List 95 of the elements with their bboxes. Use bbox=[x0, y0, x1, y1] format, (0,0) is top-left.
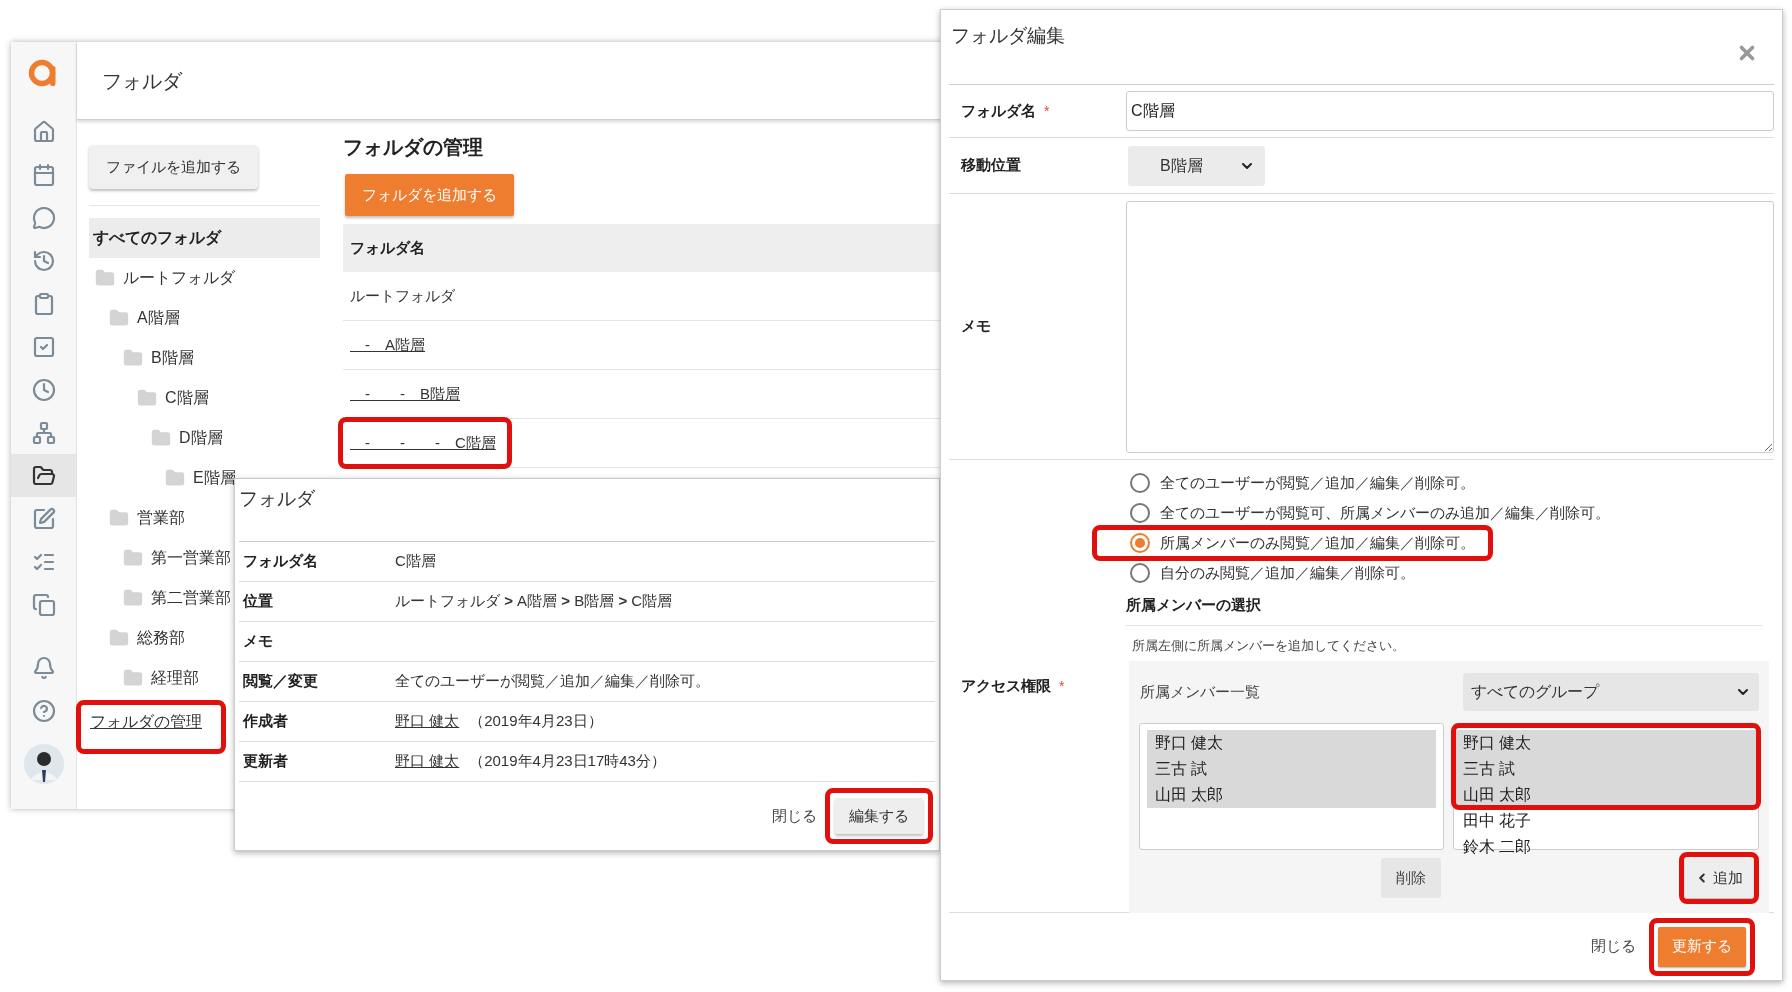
help-text: 所属左側に所属メンバーを追加してください。 bbox=[1132, 636, 1406, 655]
clock-icon bbox=[31, 377, 56, 402]
help-icon bbox=[31, 698, 56, 723]
nav-button[interactable] bbox=[11, 454, 76, 497]
folder-management-link[interactable]: フォルダの管理 bbox=[90, 713, 202, 730]
field-label: 閲覧／変更 bbox=[242, 671, 319, 692]
group-select[interactable]: すべてのグループ bbox=[1463, 673, 1759, 711]
folder-name-field[interactable]: C階層 bbox=[1126, 91, 1774, 131]
radio-label: 所属メンバーのみ閲覧／追加／編集／削除可。 bbox=[1160, 532, 1475, 553]
add-button[interactable]: 追加 bbox=[1685, 858, 1753, 898]
folder-icon bbox=[151, 428, 171, 448]
avatar[interactable] bbox=[23, 744, 64, 784]
bell-icon bbox=[31, 655, 56, 680]
folder-icon bbox=[31, 463, 56, 488]
required-mark: * bbox=[1044, 101, 1050, 121]
tree-header[interactable]: すべてのフォルダ bbox=[89, 218, 320, 258]
member-option[interactable]: 田中 花子 bbox=[1455, 808, 1757, 834]
edit-icon bbox=[31, 506, 56, 531]
radio-button[interactable] bbox=[1130, 533, 1150, 553]
tree-item[interactable]: 営業部 bbox=[137, 506, 185, 530]
folder-icon bbox=[95, 268, 115, 288]
radio-label: 全てのユーザーが閲覧可、所属メンバーのみ追加／編集／削除可。 bbox=[1160, 502, 1610, 523]
radio-label: 自分のみ閲覧／追加／編集／削除可。 bbox=[1160, 562, 1415, 583]
field-label: メモ bbox=[242, 631, 274, 652]
field-value: ルートフォルダ > A階層 > B階層 > C階層 bbox=[395, 591, 673, 612]
radio-button[interactable] bbox=[1130, 473, 1150, 493]
chat-bubble-icon bbox=[31, 205, 56, 230]
member-option[interactable]: 野口 健太 bbox=[1147, 730, 1436, 756]
tree-item[interactable]: D階層 bbox=[179, 426, 223, 450]
section-title: フォルダの管理 bbox=[343, 135, 484, 160]
tree-item[interactable]: 経理部 bbox=[151, 666, 199, 690]
member-option[interactable]: 三古 試 bbox=[1147, 756, 1436, 782]
folder-icon bbox=[123, 668, 143, 688]
calendar-icon bbox=[31, 162, 56, 187]
folder-icon bbox=[123, 348, 143, 368]
remove-button[interactable]: 削除 bbox=[1381, 858, 1441, 898]
field-label: フォルダ名 bbox=[961, 100, 1036, 121]
folder-link[interactable]: - - B階層 bbox=[350, 385, 460, 402]
member-option[interactable]: 山田 太郎 bbox=[1147, 782, 1436, 808]
add-file-button[interactable]: ファイルを追加する bbox=[89, 145, 258, 189]
radio-label: 全てのユーザーが閲覧／追加／編集／削除可。 bbox=[1160, 472, 1475, 493]
sitemap-icon bbox=[31, 420, 56, 445]
tree-item[interactable]: 第二営業部 bbox=[151, 586, 231, 610]
tree-item[interactable]: C階層 bbox=[165, 386, 209, 410]
field-label: 作成者 bbox=[242, 711, 289, 732]
close-button[interactable]: 閉じる bbox=[772, 804, 817, 828]
radio-button[interactable] bbox=[1130, 503, 1150, 523]
folder-link[interactable]: - - - C階層 bbox=[350, 434, 496, 451]
dialog-title: フォルダ編集 bbox=[951, 24, 1065, 48]
field-label: メモ bbox=[961, 316, 991, 337]
location-select[interactable]: B階層 bbox=[1128, 145, 1265, 186]
tree-item[interactable]: ルートフォルダ bbox=[123, 266, 235, 290]
folder-icon bbox=[165, 468, 185, 488]
field-label: 移動位置 bbox=[961, 155, 1021, 176]
folder-icon bbox=[123, 588, 143, 608]
user-link[interactable]: 野口 健太 bbox=[395, 710, 460, 733]
checkbox-icon bbox=[31, 334, 56, 359]
documents-icon bbox=[31, 592, 56, 617]
member-option[interactable]: 三古 試 bbox=[1455, 756, 1757, 782]
user-link[interactable]: 野口 健太 bbox=[395, 750, 460, 773]
list-label: 所属メンバー一覧 bbox=[1140, 681, 1260, 702]
member-option[interactable]: 野口 健太 bbox=[1455, 730, 1757, 756]
required-mark: * bbox=[1059, 676, 1065, 696]
radio-button[interactable] bbox=[1130, 563, 1150, 583]
edit-button[interactable]: 編集する bbox=[835, 798, 923, 834]
field-value: C階層 bbox=[395, 551, 436, 572]
table-cell: ルートフォルダ bbox=[350, 287, 455, 304]
field-label: フォルダ名 bbox=[242, 551, 319, 572]
tree-item[interactable]: E階層 bbox=[193, 466, 236, 490]
home-icon bbox=[31, 119, 56, 144]
subsection-title: 所属メンバーの選択 bbox=[1126, 595, 1262, 615]
page-title: フォルダ bbox=[102, 68, 182, 94]
folder-icon bbox=[123, 548, 143, 568]
date-text: （2019年4月23日17時43分） bbox=[469, 751, 666, 772]
folder-link[interactable]: - A階層 bbox=[350, 336, 425, 353]
folder-icon bbox=[137, 388, 157, 408]
date-text: （2019年4月23日） bbox=[469, 711, 603, 732]
member-list[interactable]: 野口 健太 三古 試 山田 太郎 bbox=[1139, 723, 1444, 850]
tree-item[interactable]: B階層 bbox=[151, 346, 194, 370]
dialog-title: フォルダ bbox=[239, 488, 315, 509]
memo-field[interactable] bbox=[1126, 200, 1774, 453]
member-option[interactable]: 山田 太郎 bbox=[1455, 782, 1757, 808]
field-label: アクセス権限 bbox=[961, 675, 1051, 696]
folder-icon bbox=[109, 308, 129, 328]
field-label: 更新者 bbox=[242, 751, 289, 772]
tree-item[interactable]: 第一営業部 bbox=[151, 546, 231, 570]
folder-icon bbox=[109, 628, 129, 648]
tree-item[interactable]: 総務部 bbox=[137, 626, 185, 650]
tree-item[interactable]: A階層 bbox=[137, 306, 180, 330]
folder-icon bbox=[109, 508, 129, 528]
field-value: 全てのユーザーが閲覧／追加／編集／削除可。 bbox=[395, 671, 710, 692]
column-header: フォルダ名 bbox=[350, 237, 425, 258]
close-button[interactable]: 閉じる bbox=[1591, 935, 1636, 958]
history-icon bbox=[31, 248, 56, 273]
field-label: 位置 bbox=[241, 591, 274, 612]
